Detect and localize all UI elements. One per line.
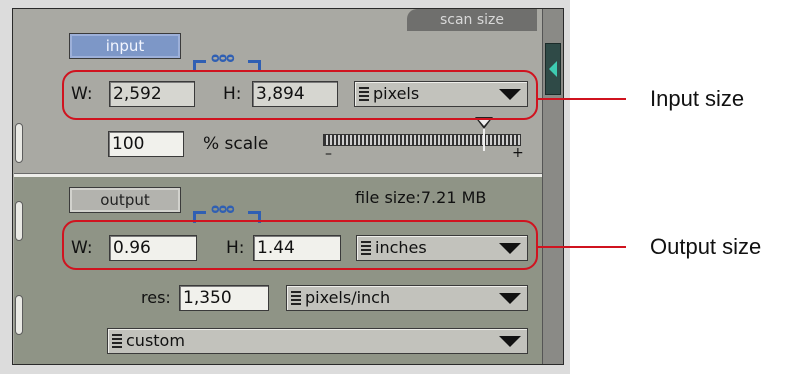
scale-slider-indicator	[483, 127, 485, 151]
slider-max-label: +	[512, 145, 524, 161]
grip-icon	[112, 334, 122, 348]
input-size-callout-label: Input size	[650, 86, 745, 111]
grip-icon	[291, 291, 301, 305]
resize-handle[interactable]	[15, 295, 23, 335]
link-dimensions-icon[interactable]: ᴑᴑᴑ	[193, 202, 261, 223]
link-dimensions-icon[interactable]: ᴑᴑᴑ	[193, 51, 261, 72]
scale-label: % scale	[203, 134, 269, 154]
scan-size-panel: scan size input ᴑᴑᴑ W: 2,592 H: 3,894 pi…	[0, 0, 570, 374]
dropdown-arrow-icon	[499, 336, 521, 347]
section-divider	[14, 173, 562, 177]
file-size-text: file size:7.21 MB	[355, 188, 487, 207]
scale-slider-track[interactable]	[323, 134, 521, 146]
scrollbar[interactable]	[542, 9, 563, 364]
resolution-units-value: pixels/inch	[305, 288, 391, 307]
input-size-callout-line	[538, 98, 626, 100]
input-button[interactable]: input	[69, 33, 181, 59]
scale-field[interactable]: 100	[108, 131, 184, 157]
output-button[interactable]: output	[69, 187, 181, 213]
dropdown-arrow-icon	[499, 293, 521, 304]
tab-scan-size[interactable]: scan size	[407, 9, 537, 31]
panel-frame: scan size input ᴑᴑᴑ W: 2,592 H: 3,894 pi…	[12, 8, 564, 365]
input-size-callout-box	[62, 70, 538, 120]
output-size-callout-line	[538, 246, 626, 248]
resize-handle[interactable]	[15, 201, 23, 241]
resolution-label: res:	[141, 288, 171, 307]
preset-value: custom	[126, 331, 185, 350]
resolution-units-select[interactable]: pixels/inch	[286, 285, 528, 311]
output-size-callout-box	[62, 220, 538, 270]
resolution-field[interactable]: 1,350	[179, 285, 269, 311]
slider-min-label: –	[325, 146, 332, 162]
preset-select[interactable]: custom	[107, 328, 528, 354]
collapse-arrow-icon[interactable]	[545, 43, 561, 95]
output-size-callout-label: Output size	[650, 234, 762, 259]
resize-handle[interactable]	[15, 123, 23, 163]
